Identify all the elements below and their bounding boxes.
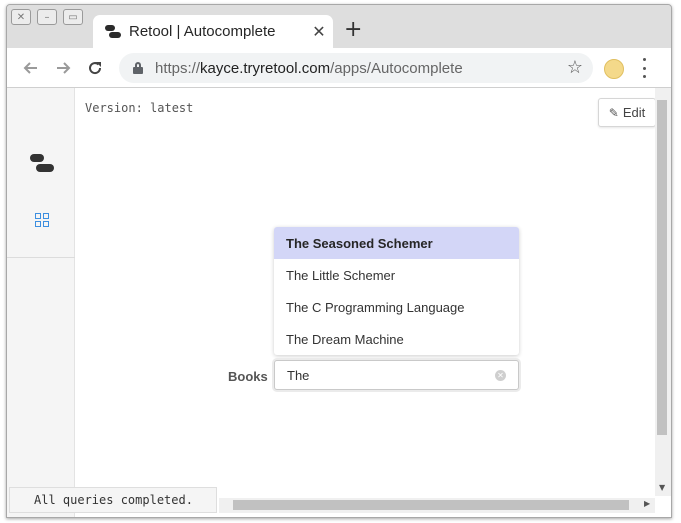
url-text: https://kayce.tryretool.com/apps/Autocom… xyxy=(155,59,463,77)
books-label: Books xyxy=(228,369,268,384)
autocomplete-option[interactable]: The Seasoned Schemer xyxy=(274,227,519,259)
reload-icon[interactable] xyxy=(83,56,107,80)
retool-logo-icon[interactable] xyxy=(30,154,54,174)
profile-avatar[interactable] xyxy=(604,59,624,79)
address-bar[interactable]: https://kayce.tryretool.com/apps/Autocom… xyxy=(119,53,593,83)
rail-divider xyxy=(7,257,75,258)
books-input[interactable]: The ✕ xyxy=(274,360,519,390)
forward-arrow-icon[interactable] xyxy=(51,56,75,80)
apps-grid-icon[interactable] xyxy=(35,213,49,227)
vertical-scroll-thumb[interactable] xyxy=(657,100,667,435)
autocomplete-dropdown: The Seasoned Schemer The Little Schemer … xyxy=(274,227,519,355)
version-text: Version: latest xyxy=(85,101,194,115)
browser-toolbar: https://kayce.tryretool.com/apps/Autocom… xyxy=(7,48,671,88)
autocomplete-option[interactable]: The Dream Machine xyxy=(274,323,519,355)
new-tab-button[interactable]: + xyxy=(344,19,362,41)
back-arrow-icon[interactable] xyxy=(19,56,43,80)
tab-title: Retool | Autocomplete xyxy=(129,23,276,40)
tab-close-icon[interactable]: ✕ xyxy=(305,22,333,41)
browser-tab[interactable]: Retool | Autocomplete ✕ xyxy=(93,15,333,48)
browser-menu-icon[interactable] xyxy=(641,58,647,78)
edit-button[interactable]: ✎ Edit xyxy=(598,98,656,127)
browser-window: ✕ – ▭ Retool | Autocomplete ✕ + https://… xyxy=(6,4,672,518)
lock-icon xyxy=(133,62,143,74)
autocomplete-option[interactable]: The C Programming Language xyxy=(274,291,519,323)
bookmark-star-icon[interactable]: ☆ xyxy=(567,57,583,78)
clear-icon[interactable]: ✕ xyxy=(495,370,506,381)
page-viewport: Version: latest ✎ Edit The Seasoned Sche… xyxy=(7,88,671,517)
scroll-down-icon[interactable]: ▼ xyxy=(659,483,665,492)
autocomplete-option[interactable]: The Little Schemer xyxy=(274,259,519,291)
status-bar: All queries completed. xyxy=(9,487,217,513)
window-close-icon[interactable]: ✕ xyxy=(11,9,31,25)
horizontal-scroll-thumb[interactable] xyxy=(233,500,629,510)
left-rail xyxy=(7,88,75,517)
pencil-icon: ✎ xyxy=(608,105,619,120)
retool-logo-icon xyxy=(105,24,121,39)
books-input-value: The xyxy=(287,367,310,383)
window-maximize-icon[interactable]: ▭ xyxy=(63,9,83,25)
title-bar: ✕ – ▭ Retool | Autocomplete ✕ + xyxy=(7,5,671,48)
edit-label: Edit xyxy=(622,105,646,120)
window-minimize-icon[interactable]: – xyxy=(37,9,57,25)
scroll-right-icon[interactable]: ▶ xyxy=(644,499,650,508)
